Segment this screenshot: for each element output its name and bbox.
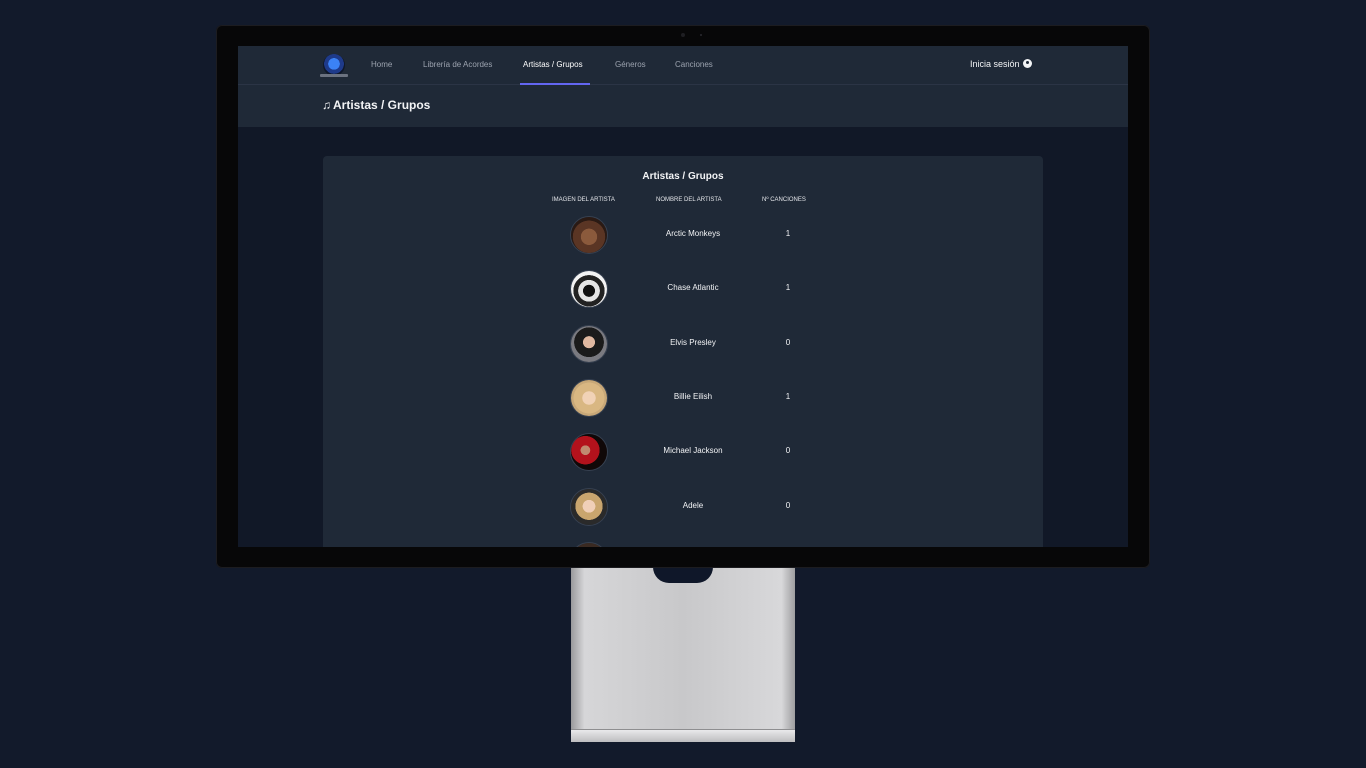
artist-name: Arctic Monkeys (665, 229, 721, 238)
artist-avatar (570, 379, 608, 417)
browser-viewport: Home Librería de Acordes Artistas / Grup… (238, 46, 1128, 547)
login-button[interactable]: Inicia sesión (970, 59, 1032, 69)
site-logo-icon[interactable] (323, 54, 345, 76)
artist-name: Billie Eilish (673, 392, 713, 401)
page-title: ♫ Artistas / Grupos (322, 98, 430, 112)
login-label: Inicia sesión (970, 59, 1020, 69)
logo-caption (320, 74, 348, 77)
artist-name: Elvis Presley (670, 338, 716, 347)
table-row[interactable]: Chase Atlantic 1 (323, 270, 1043, 324)
desktop-background: Home Librería de Acordes Artistas / Grup… (0, 0, 1366, 768)
camera-icon (681, 33, 685, 37)
nav-home[interactable]: Home (371, 60, 392, 69)
column-header-count: Nº canciones (762, 197, 806, 203)
monitor-stand (571, 567, 795, 742)
artist-avatar (570, 488, 608, 526)
table-row[interactable]: Adele 0 (323, 488, 1043, 542)
artist-avatar (570, 542, 608, 547)
sensor-icon (700, 34, 702, 36)
monitor-frame: Home Librería de Acordes Artistas / Grup… (216, 25, 1150, 568)
stand-foot (571, 729, 795, 742)
column-header-name: Nombre del artista (656, 197, 722, 203)
music-note-icon: ♫ (322, 98, 331, 112)
table-row[interactable]: Billie Eilish 1 (323, 379, 1043, 433)
artist-name: Adele (682, 501, 704, 510)
artist-name: Michael Jackson (663, 446, 723, 455)
song-count: 1 (785, 283, 791, 292)
artist-avatar (570, 270, 608, 308)
table-row[interactable]: Michael Jackson 0 (323, 433, 1043, 487)
song-count: 1 (785, 229, 791, 238)
song-count: 0 (785, 501, 791, 510)
table-row[interactable] (323, 542, 1043, 547)
table-row[interactable]: Elvis Presley 0 (323, 325, 1043, 379)
nav-artists-groups[interactable]: Artistas / Grupos (523, 60, 583, 69)
nav-genres[interactable]: Géneros (615, 60, 646, 69)
artist-name: Chase Atlantic (667, 283, 719, 292)
artist-avatar (570, 216, 608, 254)
artists-card: Artistas / Grupos Imagen del artista Nom… (323, 156, 1043, 547)
card-title: Artistas / Grupos (642, 171, 724, 182)
nav-songs[interactable]: Canciones (675, 60, 713, 69)
artist-avatar (570, 433, 608, 471)
song-count: 0 (785, 338, 791, 347)
top-navbar: Home Librería de Acordes Artistas / Grup… (238, 46, 1128, 85)
stand-notch (653, 567, 713, 583)
page-header: ♫ Artistas / Grupos (238, 85, 1128, 127)
artist-avatar (570, 325, 608, 363)
column-header-image: Imagen del artista (552, 197, 615, 203)
table-row[interactable]: Arctic Monkeys 1 (323, 216, 1043, 270)
page-title-text: Artistas / Grupos (333, 98, 431, 112)
nav-chord-library[interactable]: Librería de Acordes (423, 60, 492, 69)
song-count: 1 (785, 392, 791, 401)
user-circle-icon (1022, 59, 1032, 68)
song-count: 0 (785, 446, 791, 455)
